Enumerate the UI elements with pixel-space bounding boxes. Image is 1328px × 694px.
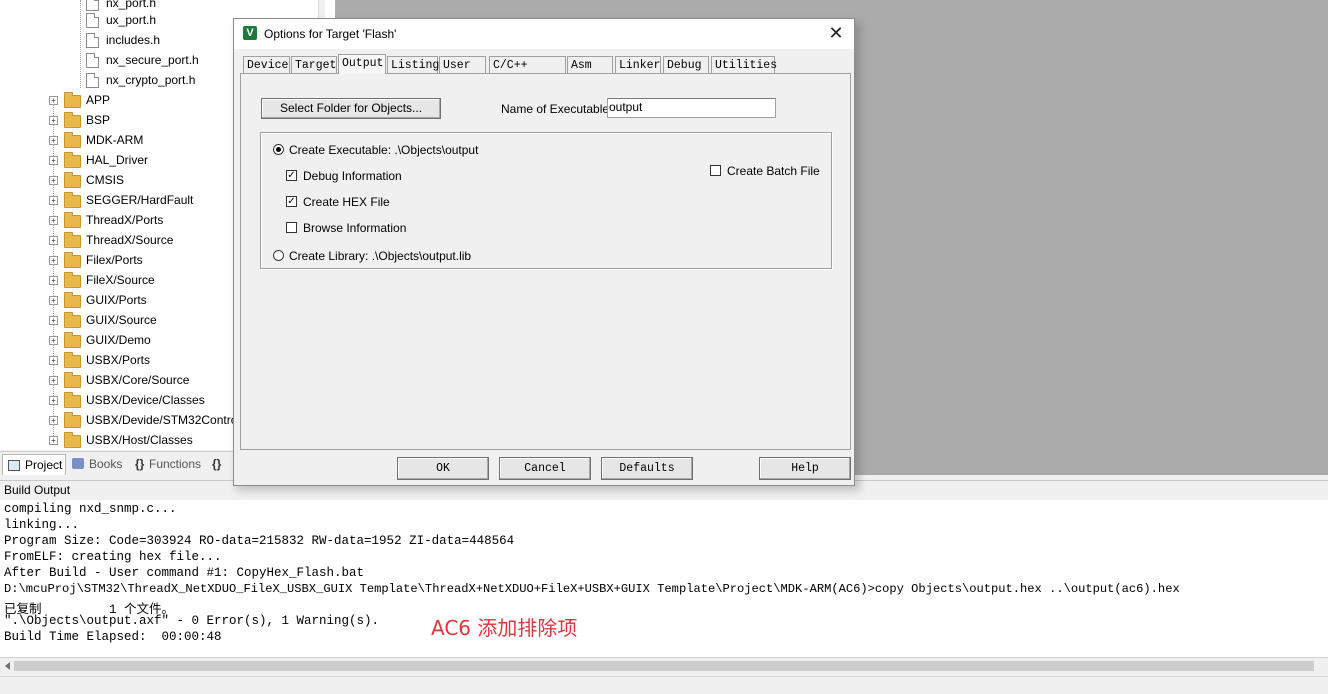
tab-user[interactable]: User <box>439 56 486 73</box>
expand-icon[interactable]: + <box>49 176 58 185</box>
folder-icon <box>64 372 81 388</box>
expand-icon[interactable]: + <box>49 356 58 365</box>
expand-icon[interactable]: + <box>49 116 58 125</box>
expand-icon[interactable]: + <box>49 436 58 445</box>
file-icon <box>86 33 99 48</box>
build-output-line: FromELF: creating hex file... <box>4 550 222 564</box>
build-output-line: Build Time Elapsed: 00:00:48 <box>4 630 222 644</box>
folder-icon <box>64 332 81 348</box>
build-output-line: linking... <box>4 518 80 532</box>
file-icon <box>86 73 99 88</box>
scroll-thumb[interactable] <box>14 661 1314 671</box>
build-output-hscrollbar[interactable] <box>0 657 1328 676</box>
expand-icon[interactable]: + <box>49 336 58 345</box>
tab-device[interactable]: Device <box>243 56 290 73</box>
tab-target[interactable]: Target <box>291 56 337 73</box>
build-output-title: Build Output <box>4 483 71 497</box>
create-executable-radio[interactable] <box>273 144 284 155</box>
folder-icon <box>64 272 81 288</box>
folder-icon <box>64 192 81 208</box>
project-icon <box>8 460 20 471</box>
folder-icon <box>64 212 81 228</box>
create-batch-file-label: Create Batch File <box>727 164 820 178</box>
tab-utilities[interactable]: Utilities <box>711 56 777 73</box>
folder-icon <box>64 232 81 248</box>
debug-information-label: Debug Information <box>303 169 402 183</box>
tab-debug[interactable]: Debug <box>663 56 709 73</box>
create-library-radio[interactable] <box>273 250 284 261</box>
build-output-line: compiling nxd_snmp.c... <box>4 502 177 516</box>
ok-button[interactable]: OK <box>397 457 489 480</box>
expand-icon[interactable]: + <box>49 316 58 325</box>
build-output-line: After Build - User command #1: CopyHex_F… <box>4 566 365 580</box>
expand-icon[interactable]: + <box>49 136 58 145</box>
folder-icon <box>64 292 81 308</box>
output-options-group: Create Executable: .\Objects\output ✓ De… <box>260 132 832 269</box>
tab-books[interactable]: Books <box>70 454 128 474</box>
expand-icon[interactable]: + <box>49 376 58 385</box>
scroll-left-icon[interactable] <box>5 662 10 670</box>
tab-output[interactable]: Output <box>338 54 386 74</box>
expand-icon[interactable]: + <box>49 276 58 285</box>
select-folder-button[interactable]: Select Folder for Objects... <box>261 98 441 119</box>
keil-logo-icon: V <box>243 26 257 40</box>
folder-icon <box>64 252 81 268</box>
dialog-titlebar[interactable]: V Options for Target 'Flash' ✕ <box>234 19 854 49</box>
file-icon <box>86 53 99 68</box>
folder-icon <box>64 432 81 448</box>
expand-icon[interactable]: + <box>49 416 58 425</box>
expand-icon[interactable]: + <box>49 216 58 225</box>
create-batch-file-checkbox[interactable] <box>710 165 721 176</box>
expand-icon[interactable]: + <box>49 256 58 265</box>
folder-icon <box>64 352 81 368</box>
options-dialog: V Options for Target 'Flash' ✕ Device Ta… <box>233 18 855 486</box>
cancel-button[interactable]: Cancel <box>499 457 591 480</box>
tab-templates[interactable]: {} <box>210 454 234 474</box>
annotation-text: AC6 添加排除项 <box>431 616 578 640</box>
dialog-title: Options for Target 'Flash' <box>264 27 397 41</box>
folder-icon <box>64 172 81 188</box>
expand-icon[interactable]: + <box>49 396 58 405</box>
name-of-executable-input[interactable]: output <box>607 98 776 118</box>
build-output-window[interactable]: compiling nxd_snmp.c... linking... Progr… <box>0 500 1328 657</box>
templates-icon: {} <box>212 457 222 471</box>
build-output-line: ".\Objects\output.axf" - 0 Error(s), 1 W… <box>4 614 380 628</box>
defaults-button[interactable]: Defaults <box>601 457 693 480</box>
create-hex-checkbox[interactable]: ✓ <box>286 196 297 207</box>
status-bar <box>0 676 1328 694</box>
create-library-label: Create Library: .\Objects\output.lib <box>289 249 472 263</box>
books-icon <box>72 458 84 469</box>
build-output-line: D:\mcuProj\STM32\ThreadX_NetXDUO_FileX_U… <box>4 582 1180 596</box>
folder-icon <box>64 412 81 428</box>
folder-icon <box>64 132 81 148</box>
folder-icon <box>64 392 81 408</box>
tab-linker[interactable]: Linker <box>615 56 661 73</box>
help-button[interactable]: Help <box>759 457 851 480</box>
expand-icon[interactable]: + <box>49 296 58 305</box>
create-executable-label: Create Executable: .\Objects\output <box>289 143 479 157</box>
folder-icon <box>64 92 81 108</box>
expand-icon[interactable]: + <box>49 96 58 105</box>
tab-functions[interactable]: {} Functions <box>133 454 205 474</box>
browse-information-checkbox[interactable] <box>286 222 297 233</box>
folder-icon <box>64 112 81 128</box>
functions-icon: {} <box>135 457 145 471</box>
expand-icon[interactable]: + <box>49 236 58 245</box>
folder-icon <box>64 312 81 328</box>
tab-cpp-ac6[interactable]: C/C++ (AC6) <box>489 56 566 89</box>
output-tab-panel: Select Folder for Objects... Name of Exe… <box>240 73 851 450</box>
expand-icon[interactable]: + <box>49 156 58 165</box>
name-of-executable-label: Name of Executable: <box>501 102 613 116</box>
tab-asm[interactable]: Asm <box>567 56 613 73</box>
folder-icon <box>64 152 81 168</box>
tab-project[interactable]: Project <box>2 454 66 475</box>
close-icon[interactable]: ✕ <box>826 23 846 43</box>
tab-listing[interactable]: Listing <box>387 56 439 73</box>
expand-icon[interactable]: + <box>49 196 58 205</box>
build-output-line: Program Size: Code=303924 RO-data=215832… <box>4 534 515 548</box>
create-hex-label: Create HEX File <box>303 195 390 209</box>
browse-information-label: Browse Information <box>303 221 407 235</box>
debug-information-checkbox[interactable]: ✓ <box>286 170 297 181</box>
file-icon <box>86 13 99 28</box>
